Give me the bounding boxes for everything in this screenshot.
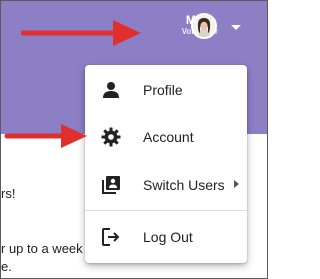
menu-item-label: Switch Users (143, 177, 225, 193)
menu-divider (85, 210, 247, 211)
content-text-line: rs! (1, 186, 16, 201)
menu-item-account[interactable]: Account (85, 117, 247, 157)
user-menu-caret-icon[interactable] (231, 25, 241, 30)
menu-item-label: Log Out (143, 229, 193, 245)
switch-users-icon (102, 176, 120, 194)
annotation-arrow-to-user-icon (21, 20, 141, 46)
screenshot-frame: Mary Volunteer rs! r up to a week e. Pro… (0, 0, 268, 279)
content-text-line: e. (1, 259, 12, 274)
menu-item-log-out[interactable]: Log Out (85, 217, 247, 257)
menu-item-switch-users[interactable]: Switch Users (85, 165, 247, 205)
person-icon (103, 82, 119, 98)
submenu-chevron-icon (234, 180, 239, 188)
logout-icon (102, 228, 120, 246)
avatar[interactable] (191, 13, 217, 39)
avatar-portrait-icon (193, 15, 215, 37)
menu-item-profile[interactable]: Profile (85, 70, 247, 110)
gear-icon (101, 127, 121, 147)
annotation-arrow-to-account-icon (4, 124, 87, 148)
user-dropdown-menu: Profile Account Switch Users Log Out (85, 65, 247, 263)
menu-item-label: Profile (143, 82, 183, 98)
content-text-line: r up to a week (1, 241, 83, 256)
menu-item-label: Account (143, 129, 194, 145)
